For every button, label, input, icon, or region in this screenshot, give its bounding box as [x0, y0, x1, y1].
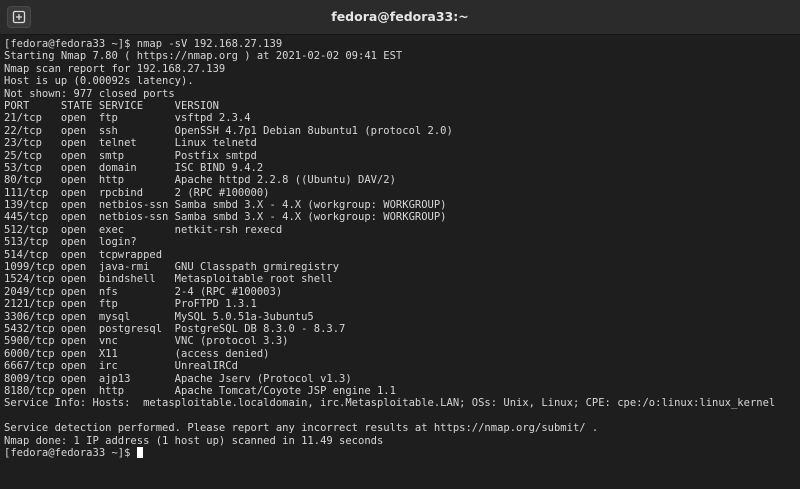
terminal-line: 23/tcp open telnet Linux telnetd [4, 137, 257, 150]
terminal-line: 3306/tcp open mysql MySQL 5.0.51a-3ubunt… [4, 310, 314, 323]
terminal-line: 513/tcp open login? [4, 236, 137, 249]
terminal-output[interactable]: [fedora@fedora33 ~]$ nmap -sV 192.168.27… [4, 38, 796, 489]
terminal-line: 1524/tcp open bindshell Metasploitable r… [4, 273, 333, 286]
terminal-line: Nmap scan report for 192.168.27.139 [4, 62, 226, 75]
prompt-line: [fedora@fedora33 ~]$ [4, 446, 796, 459]
terminal-window: fedora@fedora33:~ [fedora@fedora33 ~]$ n… [0, 0, 800, 489]
terminal-line: 8009/tcp open ajp13 Apache Jserv (Protoc… [4, 372, 352, 385]
terminal-line: 80/tcp open http Apache httpd 2.2.8 ((Ub… [4, 174, 396, 187]
terminal-line: 2121/tcp open ftp ProFTPD 1.3.1 [4, 298, 257, 311]
terminal-line: 6000/tcp open X11 (access denied) [4, 347, 270, 360]
title-bar: fedora@fedora33:~ [0, 0, 800, 35]
terminal-line: [fedora@fedora33 ~]$ nmap -sV 192.168.27… [4, 38, 283, 50]
terminal-line: Service detection performed. Please repo… [4, 422, 599, 435]
terminal-line: 2049/tcp open nfs 2-4 (RPC #100003) [4, 285, 283, 298]
terminal-line: 1099/tcp open java-rmi GNU Classpath grm… [4, 261, 340, 274]
terminal-line: 22/tcp open ssh OpenSSH 4.7p1 Debian 8ub… [4, 124, 453, 137]
terminal-line: 445/tcp open netbios-ssn Samba smbd 3.X … [4, 211, 447, 224]
terminal-line: Service Info: Hosts: metasploitable.loca… [4, 397, 776, 410]
terminal-line: 514/tcp open tcpwrapped [4, 248, 163, 261]
terminal-line: Not shown: 977 closed ports [4, 87, 175, 100]
terminal-line: 8180/tcp open http Apache Tomcat/Coyote … [4, 384, 396, 397]
terminal-line: 53/tcp open domain ISC BIND 9.4.2 [4, 161, 264, 174]
terminal-line: 111/tcp open rpcbind 2 (RPC #100000) [4, 186, 270, 199]
text-cursor [136, 446, 143, 458]
shell-prompt: [fedora@fedora33 ~]$ [4, 446, 137, 459]
terminal-line: Host is up (0.00092s latency). [4, 75, 194, 88]
terminal-line: 512/tcp open exec netkit-rsh rexecd [4, 223, 283, 236]
terminal-line: Starting Nmap 7.80 ( https://nmap.org ) … [4, 50, 403, 63]
terminal-line: 5432/tcp open postgresql PostgreSQL DB 8… [4, 322, 346, 335]
terminal-line: 21/tcp open ftp vsftpd 2.3.4 [4, 112, 251, 125]
terminal-line: 5900/tcp open vnc VNC (protocol 3.3) [4, 335, 289, 348]
window-title: fedora@fedora33:~ [331, 9, 469, 24]
terminal-line: PORT STATE SERVICE VERSION [4, 99, 219, 112]
terminal-line: Nmap done: 1 IP address (1 host up) scan… [4, 434, 384, 447]
terminal-line: 6667/tcp open irc UnrealIRCd [4, 360, 238, 373]
terminal-line: 139/tcp open netbios-ssn Samba smbd 3.X … [4, 199, 447, 212]
terminal-line: 25/tcp open smtp Postfix smtpd [4, 149, 257, 162]
